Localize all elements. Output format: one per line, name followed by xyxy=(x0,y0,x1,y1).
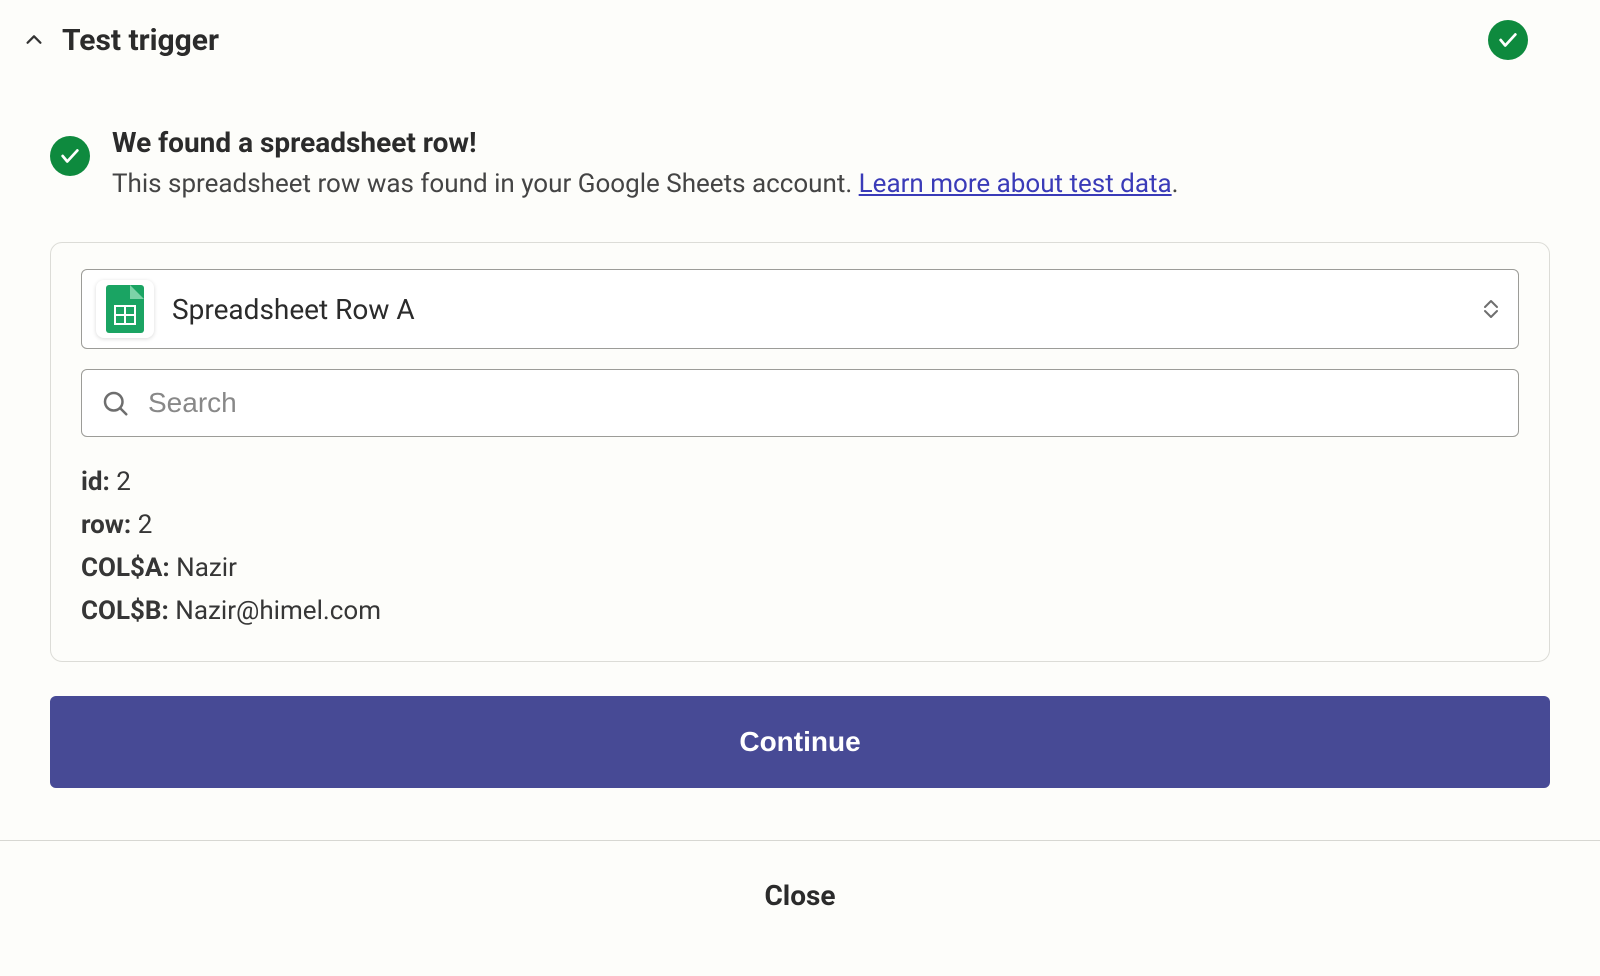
result-panel: Spreadsheet Row A id: 2 row: 2 COL$A: Na… xyxy=(50,242,1550,662)
field-row: COL$A: Nazir xyxy=(81,547,1519,590)
result-title: We found a spreadsheet row! xyxy=(112,126,1178,159)
row-selector[interactable]: Spreadsheet Row A xyxy=(81,269,1519,349)
google-sheets-icon xyxy=(96,280,154,338)
continue-button[interactable]: Continue xyxy=(50,696,1550,788)
chevron-up-icon xyxy=(22,28,46,52)
close-button[interactable]: Close xyxy=(0,840,1600,950)
search-input[interactable] xyxy=(146,386,1500,420)
status-check-icon xyxy=(1488,20,1528,60)
learn-more-link[interactable]: Learn more about test data xyxy=(859,169,1172,199)
search-icon xyxy=(100,388,130,418)
sort-arrows-icon xyxy=(1478,293,1504,325)
success-check-icon xyxy=(50,136,90,176)
field-row: row: 2 xyxy=(81,504,1519,547)
search-field[interactable] xyxy=(81,369,1519,437)
field-row: COL$B: Nazir@himel.com xyxy=(81,590,1519,633)
row-selector-label: Spreadsheet Row A xyxy=(172,293,1478,326)
field-row: id: 2 xyxy=(81,461,1519,504)
section-header[interactable]: Test trigger xyxy=(22,10,1522,76)
result-description: This spreadsheet row was found in your G… xyxy=(112,165,1178,204)
section-title: Test trigger xyxy=(62,23,1488,58)
field-list: id: 2 row: 2 COL$A: Nazir COL$B: Nazir@h… xyxy=(81,461,1519,633)
test-result: We found a spreadsheet row! This spreads… xyxy=(50,76,1550,228)
